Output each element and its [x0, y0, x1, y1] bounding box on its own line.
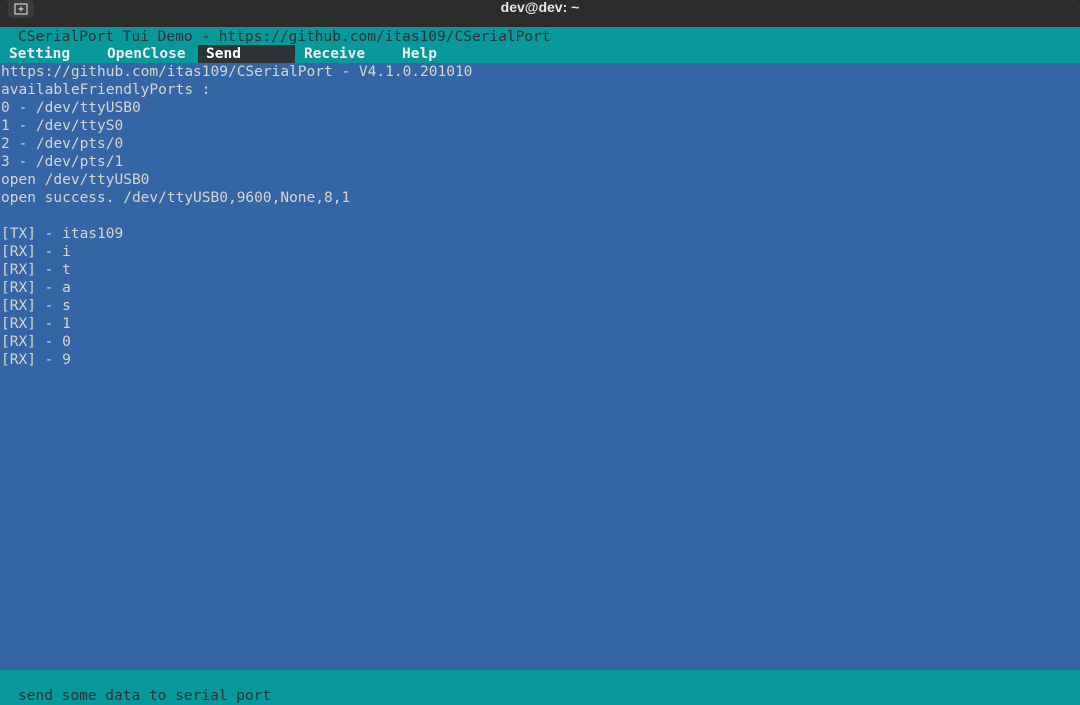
window-title: dev@dev: ~: [500, 0, 580, 15]
status-text: send some data to serial port: [18, 688, 272, 704]
output-line: [RX] - t: [1, 262, 71, 278]
output-line: 0 - /dev/ttyUSB0: [1, 100, 141, 116]
menu-item-send[interactable]: Send: [198, 45, 295, 63]
menu-bar: Setting OpenClose Send Receive Help: [0, 45, 1080, 63]
output-line: 2 - /dev/pts/0: [1, 136, 124, 152]
menu-item-openclose[interactable]: OpenClose: [107, 45, 186, 63]
output-line: [RX] - a: [1, 280, 71, 296]
output-line: [RX] - i: [1, 244, 71, 260]
menu-item-setting[interactable]: Setting: [9, 45, 70, 63]
output-line: open /dev/ttyUSB0: [1, 172, 150, 188]
menu-item-help[interactable]: Help: [402, 45, 437, 63]
terminal-area[interactable]: CSerialPort Tui Demo - https://github.co…: [0, 27, 1080, 705]
output-line: [RX] - s: [1, 298, 71, 314]
output-line: [RX] - 1: [1, 316, 71, 332]
output-line: 3 - /dev/pts/1: [1, 154, 124, 170]
output-line: [RX] - 0: [1, 334, 71, 350]
output-line: [RX] - 9: [1, 352, 71, 368]
menu-item-receive[interactable]: Receive: [304, 45, 365, 63]
output-line: availableFriendlyPorts :: [1, 82, 211, 98]
window-titlebar[interactable]: dev@dev: ~: [0, 0, 1080, 27]
app-header: CSerialPort Tui Demo - https://github.co…: [0, 27, 1080, 63]
app-title: CSerialPort Tui Demo - https://github.co…: [18, 29, 551, 45]
terminal-window: dev@dev: ~ CSerialPort Tui Demo - https:…: [0, 0, 1080, 705]
output-line: https://github.com/itas109/CSerialPort -…: [1, 64, 473, 80]
output-log: https://github.com/itas109/CSerialPort -…: [1, 63, 1071, 369]
output-line: 1 - /dev/ttyS0: [1, 118, 124, 134]
output-line: [TX] - itas109: [1, 226, 124, 242]
status-bar: send some data to serial port: [0, 670, 1080, 705]
output-line: open success. /dev/ttyUSB0,9600,None,8,1: [1, 190, 351, 206]
